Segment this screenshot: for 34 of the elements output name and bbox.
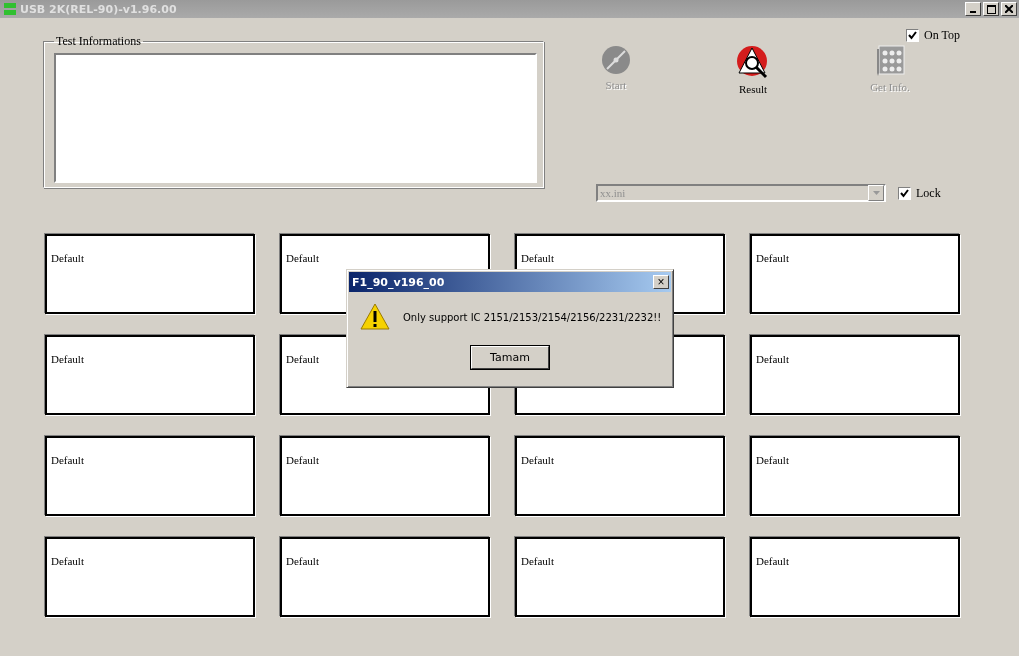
close-icon: [1005, 5, 1013, 13]
maximize-button[interactable]: [983, 2, 999, 16]
document-grid-icon: [875, 45, 905, 77]
dialog-title: F1_90_v196_00: [352, 275, 445, 289]
on-top-checkbox[interactable]: On Top: [906, 28, 960, 43]
window-title: USB 2K(REL-90)-v1.96.00: [20, 2, 177, 16]
panel-status: Default: [286, 252, 319, 264]
panel-status: Default: [756, 555, 789, 567]
disc-icon: [601, 45, 631, 75]
magnifier-icon: [736, 45, 770, 79]
close-button[interactable]: ×: [653, 275, 669, 289]
panel-status: Default: [756, 353, 789, 365]
dialog-message: Only support IC 2151/2153/2154/2156/2231/2232!!: [403, 311, 662, 323]
panel-status: Default: [51, 252, 84, 264]
group-title: Test Informations: [55, 34, 142, 49]
panel-status: Default: [286, 353, 319, 365]
warning-icon: [359, 302, 391, 332]
lock-checkbox[interactable]: Lock: [898, 185, 941, 201]
panel-status: Default: [51, 555, 84, 567]
minimize-button[interactable]: [965, 2, 981, 16]
panel-status: Default: [51, 353, 84, 365]
panel-status: Default: [51, 454, 84, 466]
maximize-icon: [986, 4, 996, 14]
toolbar-button[interactable]: Result: [713, 45, 793, 95]
panel-status: Default: [521, 252, 554, 264]
panel-status: Default: [521, 454, 554, 466]
panel-status: Default: [286, 555, 319, 567]
close-button[interactable]: [1001, 2, 1017, 16]
panel-status: Default: [286, 454, 319, 466]
app-icon: [4, 2, 16, 16]
panel-status: Default: [756, 252, 789, 264]
ok-button[interactable]: Tamam: [471, 346, 549, 369]
panel-status: Default: [521, 555, 554, 567]
panel-status: Default: [756, 454, 789, 466]
